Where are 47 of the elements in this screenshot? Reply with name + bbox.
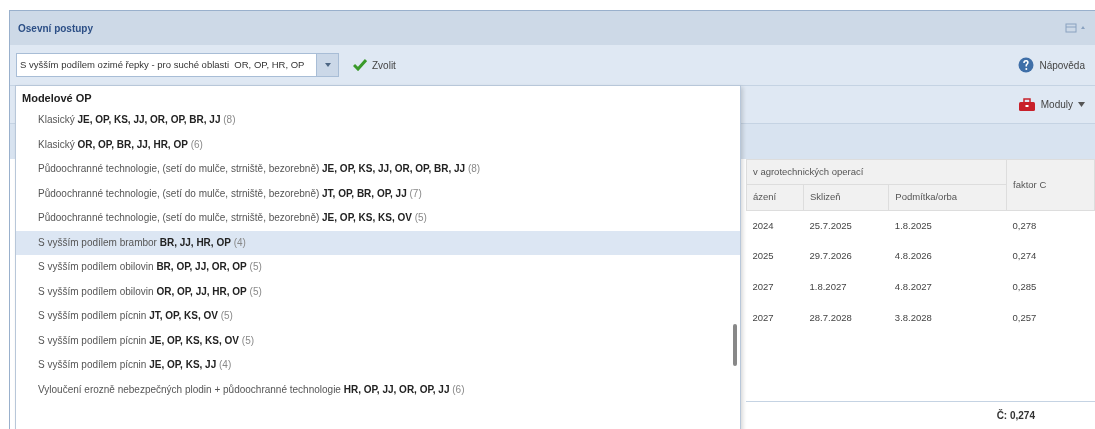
caret-icon xyxy=(1078,102,1085,107)
table-cell: 25.7.2025 xyxy=(803,210,889,241)
option-item[interactable]: Půdoochranné technologie, (setí do mulče, strniště, bezorebně) JT, OP, BR, OP, JJ (7) xyxy=(16,181,740,206)
column-header: Podmítka/orba xyxy=(888,184,1007,210)
table-cell-text: 0,285 xyxy=(1011,280,1038,295)
option-item[interactable]: Vyloučení erozně nebezpečných plodin + půdoochranné technologie HR, OP, JJ, OR, OP, JJ (6) xyxy=(16,377,740,402)
option-item[interactable]: S vyšším podílem pícnin JE, OP, KS, KS, OV (5) xyxy=(16,328,740,353)
option-item[interactable]: S vyšším podílem pícnin JE, OP, KS, JJ (4) xyxy=(16,353,740,378)
column-header: Sklizeň xyxy=(803,184,889,210)
option-item[interactable]: Půdoochranné technologie, (setí do mulče, strniště, bezorebně) JE, OP, KS, JJ, OR, OP, BR, JJ (8) xyxy=(16,157,740,182)
column-header: faktor C xyxy=(1006,159,1095,210)
column-header: ázení xyxy=(746,184,804,210)
combo-field[interactable]: S vyšším podílem ozimé řepky - pro suché oblasti OR, OP, HR, OP xyxy=(16,53,317,77)
table-cell-text: 1.8.2027 xyxy=(808,280,848,295)
table-cell-text: 4.8.2027 xyxy=(893,280,933,295)
table-cell: 1.8.2025 xyxy=(888,210,1007,241)
table-cell-text: 4.8.2026 xyxy=(893,249,933,264)
total-factor: Č: 0,274 xyxy=(996,408,1035,423)
column-group-header: v agrotechnických operací xyxy=(746,159,1007,185)
table-cell-text: 0,257 xyxy=(1011,311,1038,326)
dropdown-button[interactable] xyxy=(317,53,339,77)
option-item[interactable]: S vyšším podílem brambor BR, JJ, HR, OP (4) xyxy=(16,230,740,255)
table-cell-text: 2025 xyxy=(751,249,775,264)
option-item[interactable]: S vyšším podílem obilovin BR, OP, JJ, OR, OP (5) xyxy=(16,255,740,280)
panel-title: Osevní postupy xyxy=(18,21,93,36)
window-control-icon[interactable] xyxy=(1065,23,1087,33)
scrollbar-thumb[interactable] xyxy=(733,324,737,366)
table-cell-text: 28.7.2028 xyxy=(808,311,853,326)
checkmark-icon xyxy=(353,59,367,71)
option-item[interactable]: S vyšším podílem pícnin JT, OP, KS, OV (5) xyxy=(16,304,740,329)
table-cell-text: 0,274 xyxy=(1011,249,1038,264)
choose-button[interactable]: Zvolit xyxy=(349,55,400,75)
dropdown-arrow-icon xyxy=(323,62,332,68)
option-item[interactable]: Půdoochranné technologie, (setí do mulče, strniště, bezorebně) JE, OP, KS, KS, OV (5) xyxy=(16,206,740,231)
table-cell-text: 2027 xyxy=(751,280,775,295)
table-cell-text: 2027 xyxy=(751,311,775,326)
toolbox-icon xyxy=(1017,97,1036,112)
table-cell: 2024 xyxy=(746,210,804,241)
table-cell-text: 29.7.2026 xyxy=(808,249,853,264)
modules-button[interactable]: Moduly xyxy=(1013,95,1089,114)
help-button[interactable]: Nápověda xyxy=(1014,55,1089,75)
group-header: Modelové OP xyxy=(21,91,93,106)
help-icon xyxy=(1018,57,1035,73)
table-cell: 0,278 xyxy=(1006,210,1095,241)
option-item[interactable]: Klasický JE, OP, KS, JJ, OR, OP, BR, JJ (8) xyxy=(16,108,740,133)
option-item[interactable]: S vyšším podílem obilovin OR, OP, JJ, HR, OP (5) xyxy=(16,279,740,304)
table-cell-text: 3.8.2028 xyxy=(893,311,933,326)
